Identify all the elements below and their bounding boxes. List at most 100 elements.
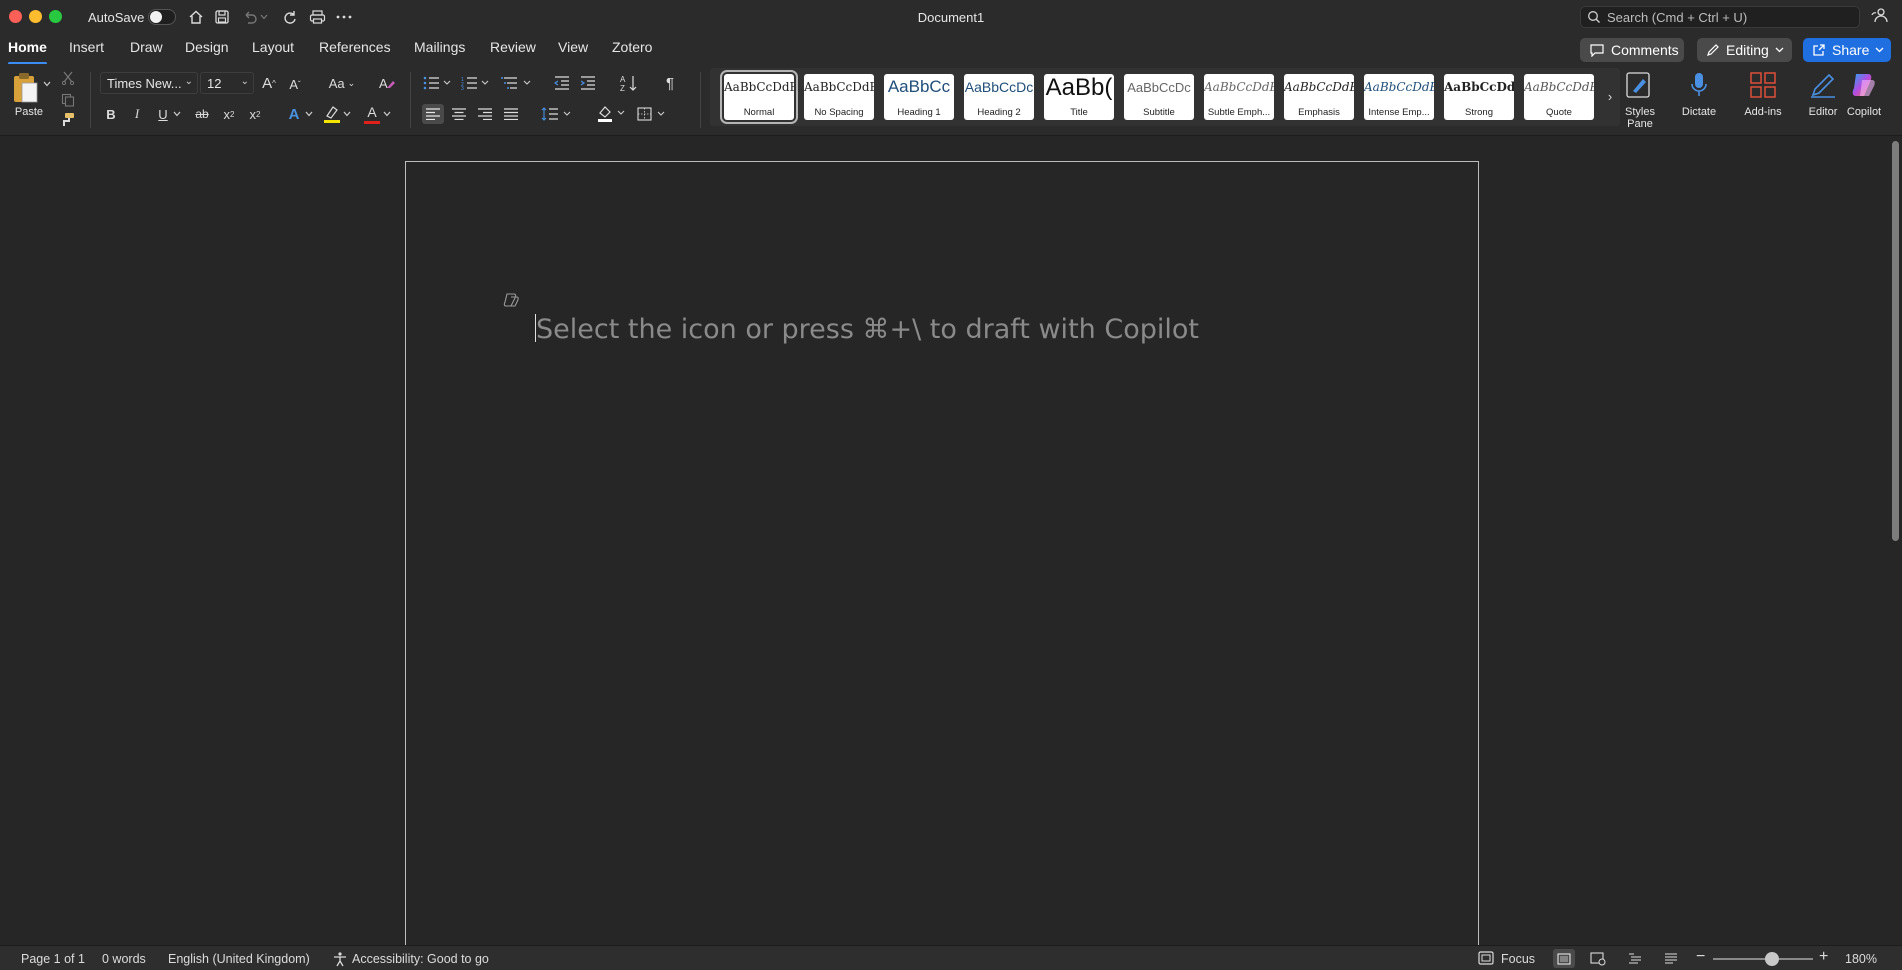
zoom-level[interactable]: 180% [1845, 952, 1877, 966]
multilevel-list-icon[interactable] [500, 73, 532, 93]
zoom-in-button[interactable]: + [1819, 948, 1828, 966]
subscript-button[interactable]: x2 [220, 104, 238, 124]
shading-icon[interactable] [596, 102, 628, 124]
tab-references[interactable]: References [319, 39, 391, 61]
highlight-color-icon[interactable] [322, 102, 342, 126]
home-icon[interactable] [186, 7, 206, 27]
italic-button[interactable]: I [128, 104, 146, 124]
font-color-button[interactable]: A [362, 102, 382, 126]
copilot-icon[interactable] [1848, 70, 1878, 100]
autosave-toggle[interactable] [148, 9, 176, 25]
strikethrough-button[interactable]: ab [192, 104, 212, 124]
change-case-button[interactable]: Aa ⌄ [326, 73, 358, 93]
font-color-chevron-icon[interactable] [382, 108, 392, 120]
sort-icon[interactable]: AZ [618, 72, 640, 94]
style-emphasis[interactable]: AaBbCcDdEe Emphasis [1284, 74, 1354, 120]
outline-view-icon[interactable] [1624, 949, 1646, 968]
search-box[interactable] [1580, 6, 1860, 28]
cut-icon[interactable] [60, 70, 76, 86]
maximize-window-button[interactable] [49, 10, 62, 23]
tab-zotero[interactable]: Zotero [612, 39, 652, 61]
font-size-dropdown[interactable]: 12 ⌄ [200, 72, 254, 94]
line-spacing-icon[interactable] [540, 104, 572, 124]
tab-draw[interactable]: Draw [130, 39, 163, 61]
align-left-icon[interactable] [422, 104, 444, 124]
draft-view-icon[interactable] [1660, 949, 1682, 968]
add-ins-icon[interactable] [1748, 70, 1778, 100]
underline-button[interactable]: U [154, 104, 172, 124]
vertical-scrollbar[interactable] [1890, 137, 1902, 933]
show-formatting-marks-button[interactable]: ¶ [660, 72, 680, 94]
editor-icon[interactable] [1808, 70, 1838, 100]
search-input[interactable] [1607, 9, 1855, 25]
grow-font-button[interactable]: A ^ [260, 73, 278, 93]
styles-pane-icon[interactable] [1624, 70, 1654, 100]
underline-options-chevron-icon[interactable] [172, 108, 182, 120]
style-normal[interactable]: AaBbCcDdEe Normal [720, 70, 798, 124]
focus-mode-button[interactable]: Focus [1501, 952, 1535, 966]
zoom-slider[interactable] [1713, 952, 1813, 966]
justify-icon[interactable] [500, 104, 522, 124]
decrease-indent-icon[interactable] [552, 73, 572, 93]
accessibility-status[interactable]: Accessibility: Good to go [352, 952, 489, 966]
superscript-button[interactable]: x2 [246, 104, 264, 124]
tab-layout[interactable]: Layout [252, 39, 294, 61]
print-icon[interactable] [307, 7, 327, 27]
zoom-out-button[interactable]: − [1696, 948, 1705, 966]
style-heading-1[interactable]: AaBbCc Heading 1 [884, 74, 954, 120]
style-strong[interactable]: AaBbCcDdI Strong [1444, 74, 1514, 120]
paste-button[interactable] [10, 70, 40, 106]
text-effects-button[interactable]: A [284, 104, 304, 124]
tab-insert[interactable]: Insert [69, 39, 104, 61]
redo-icon[interactable] [280, 7, 300, 27]
tab-review[interactable]: Review [490, 39, 536, 61]
bullets-icon[interactable] [422, 73, 452, 93]
style-title[interactable]: AaBb( Title [1044, 74, 1114, 120]
font-name-dropdown[interactable]: Times New... ⌄ [100, 72, 198, 94]
undo-icon[interactable] [240, 7, 260, 27]
page-count[interactable]: Page 1 of 1 [21, 952, 85, 966]
minimize-window-button[interactable] [29, 10, 42, 23]
tab-mailings[interactable]: Mailings [414, 39, 465, 61]
close-window-button[interactable] [9, 10, 22, 23]
share-button[interactable]: Share [1803, 38, 1891, 62]
borders-icon[interactable] [636, 104, 668, 124]
style-no-spacing[interactable]: AaBbCcDdEe No Spacing [804, 74, 874, 120]
text-effects-chevron-icon[interactable] [304, 108, 314, 120]
tab-design[interactable]: Design [185, 39, 229, 61]
zoom-slider-handle[interactable] [1765, 952, 1779, 966]
style-quote[interactable]: AaBbCcDdEe Quote [1524, 74, 1594, 120]
word-count[interactable]: 0 words [102, 952, 146, 966]
paste-options-chevron-icon[interactable] [42, 78, 52, 90]
numbering-icon[interactable]: 123 [460, 73, 490, 93]
increase-indent-icon[interactable] [578, 73, 598, 93]
document-page[interactable]: Select the icon or press ⌘+\ to draft wi… [405, 161, 1479, 951]
more-options-icon[interactable] [334, 7, 354, 27]
language-status[interactable]: English (United Kingdom) [168, 952, 310, 966]
undo-dropdown-chevron-icon[interactable] [258, 7, 270, 27]
copy-icon[interactable] [60, 92, 76, 108]
align-center-icon[interactable] [448, 104, 470, 124]
format-painter-icon[interactable] [60, 112, 76, 128]
style-heading-2[interactable]: AaBbCcDc Heading 2 [964, 74, 1034, 120]
print-layout-view-icon[interactable] [1553, 949, 1575, 968]
shrink-font-button[interactable]: Aˇ [286, 74, 304, 94]
copilot-draft-icon[interactable] [502, 292, 520, 308]
highlight-chevron-icon[interactable] [342, 108, 352, 120]
clear-formatting-icon[interactable]: A [376, 73, 398, 93]
style-subtle-emphasis[interactable]: AaBbCcDdEe Subtle Emph... [1204, 74, 1274, 120]
align-right-icon[interactable] [474, 104, 496, 124]
tab-view[interactable]: View [558, 39, 588, 61]
save-icon[interactable] [212, 7, 232, 27]
style-subtitle[interactable]: AaBbCcDc Subtitle [1124, 74, 1194, 120]
style-intense-emphasis[interactable]: AaBbCcDdEe Intense Emp... [1364, 74, 1434, 120]
tab-home[interactable]: Home [8, 39, 47, 65]
microphone-icon[interactable] [1686, 70, 1712, 100]
scrollbar-thumb[interactable] [1892, 141, 1899, 541]
editing-mode-button[interactable]: Editing [1697, 38, 1792, 62]
bold-button[interactable]: B [102, 104, 120, 124]
styles-more-chevron-icon[interactable]: › [1604, 86, 1616, 106]
share-people-icon[interactable] [1870, 7, 1888, 25]
web-layout-view-icon[interactable] [1587, 949, 1609, 968]
comments-button[interactable]: Comments [1580, 38, 1684, 62]
